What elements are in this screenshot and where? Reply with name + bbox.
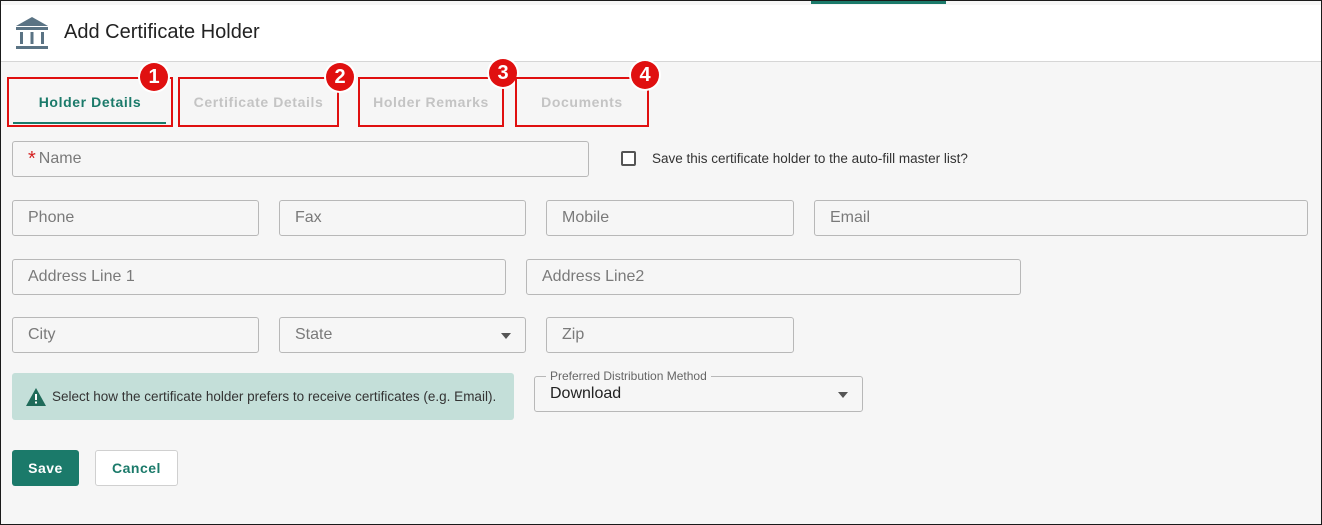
tab-certificate-details[interactable]: Certificate Details bbox=[178, 77, 339, 127]
phone-placeholder: Phone bbox=[28, 209, 75, 226]
dialog-frame: Add Certificate Holder Holder Details 1 … bbox=[0, 0, 1322, 525]
mobile-placeholder: Mobile bbox=[562, 209, 610, 226]
bank-icon bbox=[16, 17, 48, 49]
address-line-2-field[interactable]: Address Line2 bbox=[526, 259, 1021, 295]
dialog-header: Add Certificate Holder bbox=[1, 5, 1321, 62]
city-placeholder: City bbox=[28, 326, 56, 343]
name-field[interactable]: * Name bbox=[12, 141, 589, 177]
address-line-2-placeholder: Address Line2 bbox=[542, 268, 645, 285]
chevron-down-icon bbox=[838, 392, 848, 398]
tab-label: Holder Details bbox=[38, 94, 142, 110]
page-title: Add Certificate Holder bbox=[64, 21, 260, 43]
top-accent-bar bbox=[811, 1, 946, 4]
distribution-method-label: Preferred Distribution Method bbox=[546, 369, 711, 383]
fax-placeholder: Fax bbox=[295, 209, 322, 226]
save-to-master-checkbox[interactable] bbox=[621, 151, 636, 166]
required-asterisk: * bbox=[28, 148, 36, 170]
phone-field[interactable]: Phone bbox=[12, 200, 259, 236]
state-placeholder: State bbox=[295, 326, 333, 343]
tab-label: Certificate Details bbox=[193, 94, 324, 110]
zip-field[interactable]: Zip bbox=[546, 317, 794, 353]
chevron-down-icon bbox=[501, 333, 511, 339]
distribution-hint-text: Select how the certificate holder prefer… bbox=[52, 389, 497, 404]
annotation-badge-3: 3 bbox=[489, 59, 517, 87]
distribution-method-value: Download bbox=[550, 385, 622, 402]
cancel-button[interactable]: Cancel bbox=[95, 450, 178, 486]
warning-icon bbox=[26, 387, 46, 406]
tab-label: Holder Remarks bbox=[373, 94, 489, 110]
mobile-field[interactable]: Mobile bbox=[546, 200, 794, 236]
fax-field[interactable]: Fax bbox=[279, 200, 526, 236]
active-tab-indicator bbox=[13, 122, 166, 124]
annotation-badge-2: 2 bbox=[326, 63, 354, 91]
annotation-badge-4: 4 bbox=[631, 61, 659, 89]
tab-label: Documents bbox=[541, 94, 623, 110]
city-field[interactable]: City bbox=[12, 317, 259, 353]
address-line-1-field[interactable]: Address Line 1 bbox=[12, 259, 506, 295]
state-select[interactable]: State bbox=[279, 317, 526, 353]
distribution-hint: Select how the certificate holder prefer… bbox=[12, 373, 514, 420]
annotation-badge-1: 1 bbox=[140, 63, 168, 91]
distribution-method-select[interactable]: Preferred Distribution Method Download bbox=[534, 369, 863, 412]
address-line-1-placeholder: Address Line 1 bbox=[28, 268, 135, 285]
zip-placeholder: Zip bbox=[562, 326, 585, 343]
email-placeholder: Email bbox=[830, 209, 871, 226]
tab-holder-remarks[interactable]: Holder Remarks bbox=[358, 77, 504, 127]
tab-documents[interactable]: Documents bbox=[515, 77, 649, 127]
email-field[interactable]: Email bbox=[814, 200, 1308, 236]
name-placeholder: Name bbox=[38, 150, 82, 167]
save-to-master-label[interactable]: Save this certificate holder to the auto… bbox=[652, 151, 968, 166]
save-button[interactable]: Save bbox=[12, 450, 79, 486]
